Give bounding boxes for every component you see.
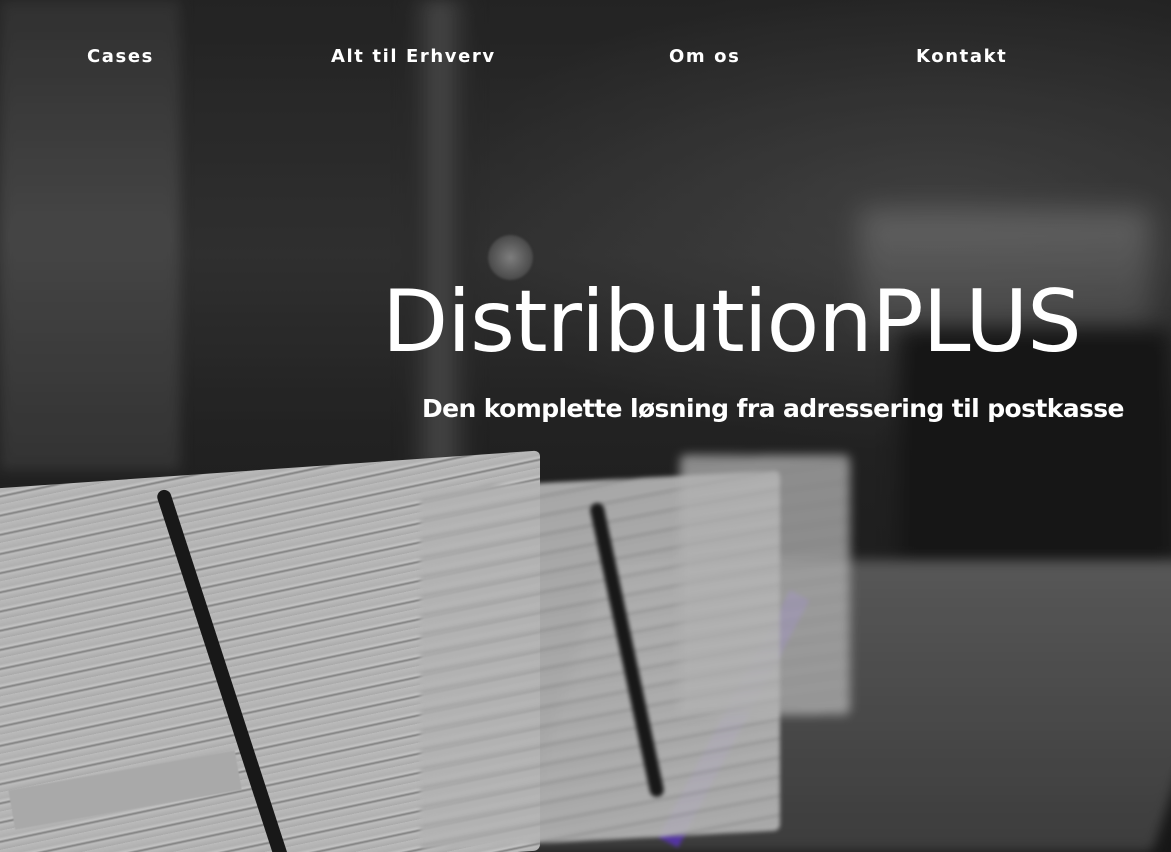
nav-item-alt-til-erhverv[interactable]: Alt til Erhverv xyxy=(331,46,496,67)
hero-subtitle: Den komplette løsning fra adressering ti… xyxy=(422,394,1125,423)
nav-item-cases[interactable]: Cases xyxy=(87,46,154,67)
image-overlay xyxy=(0,0,1171,852)
main-navigation: Cases Alt til Erhverv Om os Kontakt xyxy=(0,0,1171,115)
hero-title: DistributionPLUS xyxy=(382,272,1082,372)
hero-section: Cases Alt til Erhverv Om os Kontakt Dist… xyxy=(0,0,1171,852)
nav-item-kontakt[interactable]: Kontakt xyxy=(916,46,1007,67)
nav-item-om-os[interactable]: Om os xyxy=(669,46,740,67)
